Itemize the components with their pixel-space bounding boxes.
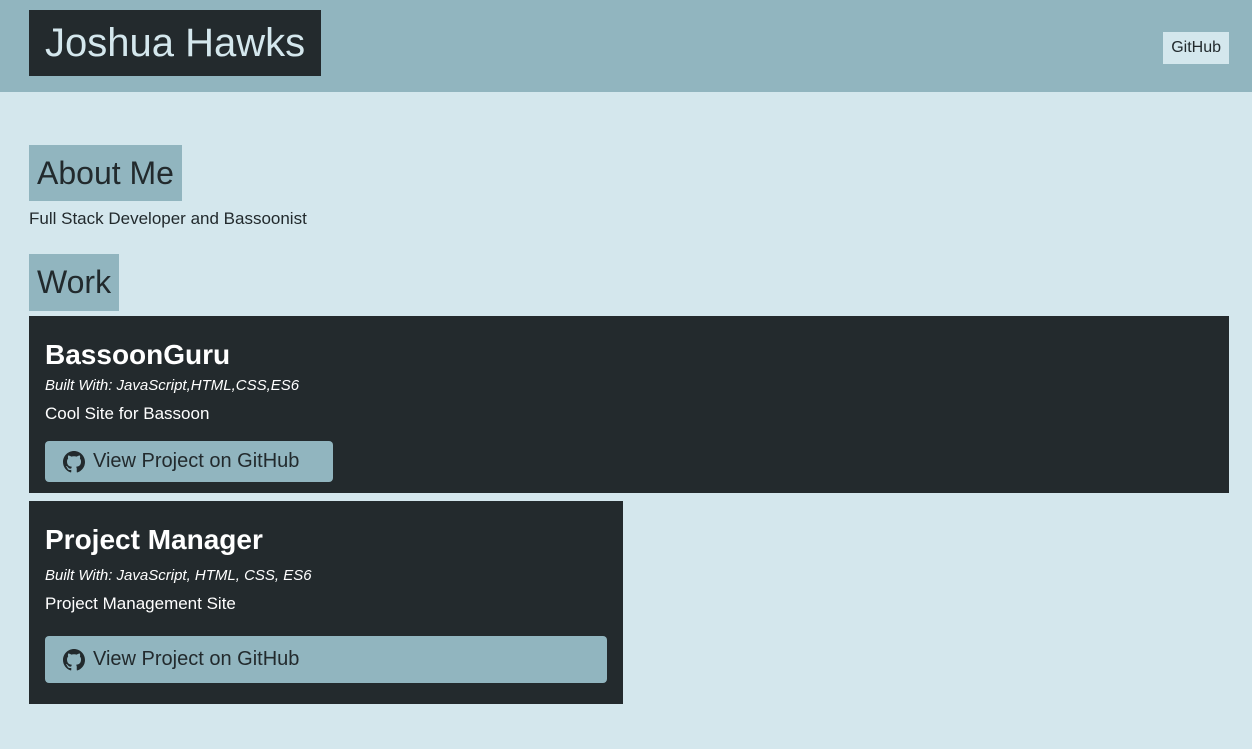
project-card-bassoonguru: BassoonGuru Built With: JavaScript,HTML,… (29, 316, 1229, 493)
github-icon (63, 648, 85, 671)
github-icon (63, 450, 85, 473)
site-header: Joshua Hawks GitHub (0, 0, 1252, 92)
github-nav-link[interactable]: GitHub (1163, 32, 1229, 64)
project-built-with: Built With: JavaScript, HTML, CSS, ES6 (45, 567, 312, 584)
project-card-project-manager: Project Manager Built With: JavaScript, … (29, 501, 623, 704)
view-project-button-label: View Project on GitHub (93, 648, 300, 670)
work-heading: Work (29, 254, 120, 311)
site-title: Joshua Hawks (29, 10, 322, 76)
about-text: Full Stack Developer and Bassoonist (29, 209, 307, 228)
project-description: Project Management Site (45, 594, 236, 613)
project-description: Cool Site for Bassoon (45, 404, 210, 423)
view-project-button[interactable]: View Project on GitHub (45, 441, 333, 482)
view-project-button-label: View Project on GitHub (93, 450, 300, 472)
project-title: BassoonGuru (45, 339, 231, 370)
about-heading: About Me (29, 145, 182, 201)
project-title: Project Manager (45, 524, 263, 555)
project-built-with: Built With: JavaScript,HTML,CSS,ES6 (45, 377, 300, 394)
view-project-button[interactable]: View Project on GitHub (45, 636, 607, 683)
